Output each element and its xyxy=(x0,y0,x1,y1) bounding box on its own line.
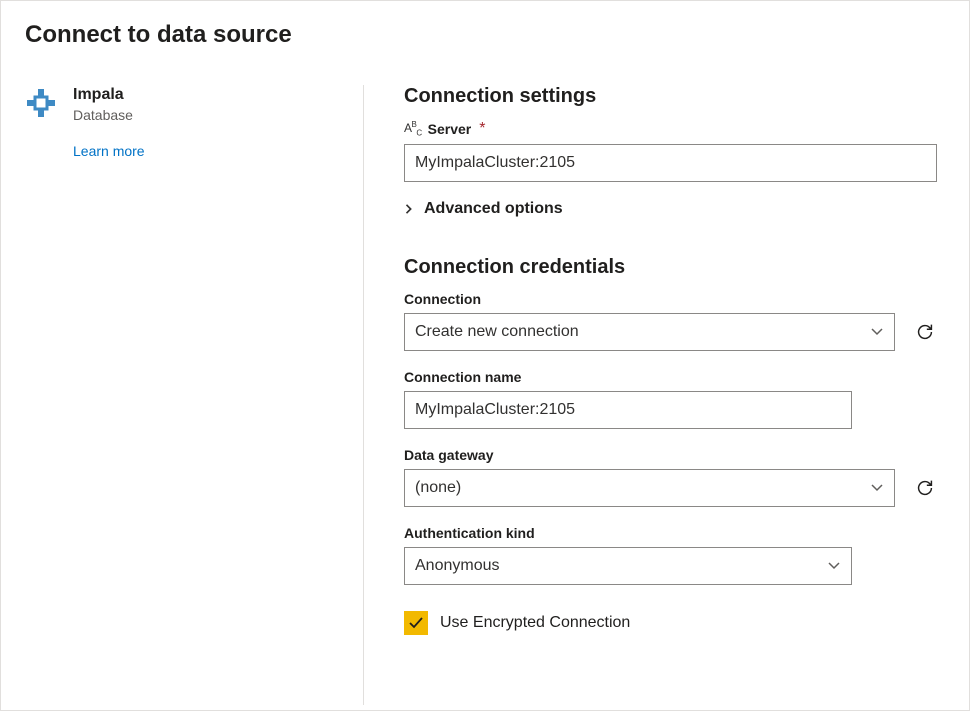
required-indicator: * xyxy=(479,120,485,138)
sidebar: Impala Database Learn more xyxy=(25,85,363,705)
chevron-down-icon xyxy=(870,481,884,495)
server-label-row: ABC Server * xyxy=(404,120,937,138)
connection-name-input[interactable] xyxy=(404,391,852,429)
gateway-select[interactable]: (none) xyxy=(404,469,895,507)
page-title: Connect to data source xyxy=(25,21,945,49)
connection-label: Connection xyxy=(404,291,937,307)
refresh-gateway-button[interactable] xyxy=(913,476,937,500)
learn-more-link[interactable]: Learn more xyxy=(73,143,145,159)
advanced-options-label: Advanced options xyxy=(424,200,563,218)
gateway-field: Data gateway (none) xyxy=(404,447,937,507)
connector-category: Database xyxy=(73,105,133,125)
chevron-down-icon xyxy=(870,325,884,339)
connector-name: Impala xyxy=(73,85,133,105)
chevron-down-icon xyxy=(827,559,841,573)
connection-name-label: Connection name xyxy=(404,369,937,385)
connection-select-value: Create new connection xyxy=(415,323,579,341)
auth-kind-select-value: Anonymous xyxy=(415,557,500,575)
impala-icon xyxy=(25,87,57,119)
connector-row: Impala Database xyxy=(25,85,339,125)
connector-text: Impala Database xyxy=(73,85,133,125)
auth-kind-field: Authentication kind Anonymous xyxy=(404,525,937,585)
connection-name-field: Connection name xyxy=(404,369,937,429)
connection-credentials-heading: Connection credentials xyxy=(404,256,937,279)
auth-kind-select[interactable]: Anonymous xyxy=(404,547,852,585)
main-content: Connection settings ABC Server * Advance… xyxy=(364,85,945,705)
encrypted-checkbox-label: Use Encrypted Connection xyxy=(440,614,630,632)
connection-settings-heading: Connection settings xyxy=(404,85,937,108)
encrypted-checkbox-row: Use Encrypted Connection xyxy=(404,611,937,635)
connection-field: Connection Create new connection xyxy=(404,291,937,351)
gateway-select-value: (none) xyxy=(415,479,461,497)
layout: Impala Database Learn more Connection se… xyxy=(25,85,945,705)
connection-select[interactable]: Create new connection xyxy=(404,313,895,351)
text-type-icon: ABC xyxy=(404,121,422,137)
auth-kind-label: Authentication kind xyxy=(404,525,937,541)
connect-panel: Connect to data source Im xyxy=(0,0,970,711)
encrypted-checkbox[interactable] xyxy=(404,611,428,635)
refresh-connection-button[interactable] xyxy=(913,320,937,344)
chevron-right-icon xyxy=(404,204,414,214)
server-label: Server xyxy=(428,121,472,137)
gateway-label: Data gateway xyxy=(404,447,937,463)
server-input[interactable] xyxy=(404,144,937,182)
advanced-options-toggle[interactable]: Advanced options xyxy=(404,200,937,218)
